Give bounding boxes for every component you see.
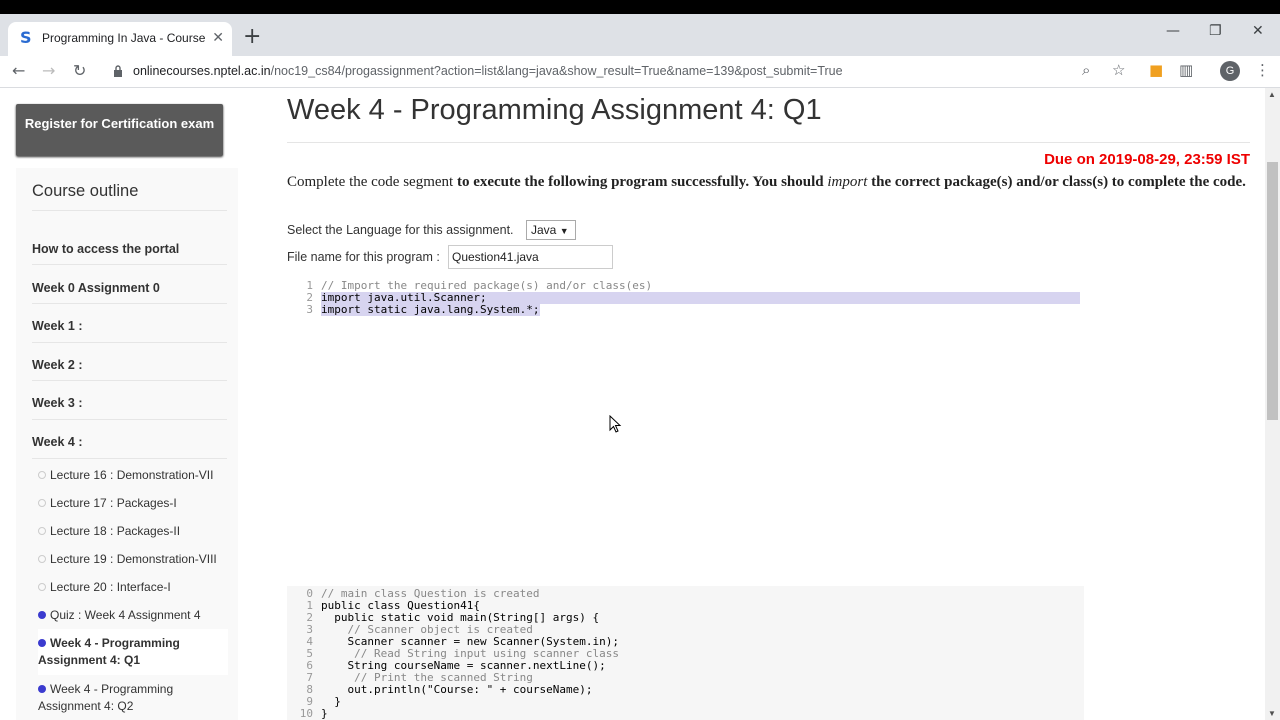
divider: [32, 342, 227, 343]
language-label: Select the Language for this assignment.: [287, 223, 514, 237]
due-date: Due on 2019-08-29, 23:59 IST: [1044, 151, 1250, 168]
divider: [32, 264, 227, 265]
browser-window: S Programming In Java - Course ✕ + — ❐ ✕…: [0, 14, 1280, 720]
lecture-label: Lecture 19 : Demonstration-VIII: [50, 552, 217, 566]
sidebar-item-week3[interactable]: Week 3 :: [32, 396, 83, 410]
unvisited-dot-icon: [38, 499, 46, 507]
profile-avatar[interactable]: G: [1220, 61, 1240, 81]
unvisited-dot-icon: [38, 555, 46, 563]
restore-icon[interactable]: ❐: [1209, 23, 1222, 39]
extension-icon[interactable]: ■: [1149, 61, 1163, 79]
sidebar-item-week2[interactable]: Week 2 :: [32, 358, 83, 372]
sidebar-item-access-portal[interactable]: How to access the portal: [32, 242, 179, 256]
divider: [32, 303, 227, 304]
assignment-item[interactable]: Week 4 - Programming Assignment 4: Q2: [38, 681, 228, 715]
forward-icon[interactable]: →: [42, 61, 55, 80]
unvisited-dot-icon: [38, 583, 46, 591]
assignment-item-active[interactable]: Week 4 - Programming Assignment 4: Q1: [38, 629, 228, 675]
language-select[interactable]: Java ▼: [526, 220, 576, 240]
mouse-pointer-icon: [609, 415, 622, 433]
divider: [287, 142, 1250, 143]
star-icon[interactable]: ☆: [1112, 61, 1125, 79]
course-outline-sidebar: Course outline How to access the portal …: [16, 168, 238, 720]
desc-text: to execute the following program success…: [456, 174, 828, 190]
code-line: 9 }: [306, 695, 341, 708]
sidebar-item-week0[interactable]: Week 0 Assignment 0: [32, 281, 160, 295]
divider: [32, 380, 227, 381]
browser-tab[interactable]: S Programming In Java - Course ✕: [8, 22, 232, 56]
new-tab-icon[interactable]: +: [243, 24, 261, 49]
address-bar[interactable]: onlinecourses.nptel.ac.in/noc19_cs84/pro…: [133, 64, 843, 78]
assignment-dot-icon: [38, 639, 46, 647]
sidebar-item-week4[interactable]: Week 4 :: [32, 435, 83, 449]
lock-icon: [114, 65, 122, 77]
dropdown-arrow-icon: ▼: [559, 226, 569, 236]
lecture-label: Lecture 17 : Packages-I: [50, 496, 177, 510]
lecture-item[interactable]: Lecture 16 : Demonstration-VII: [38, 467, 228, 484]
browser-toolbar: ← → ↻ onlinecourses.nptel.ac.in/noc19_cs…: [0, 56, 1280, 88]
url-domain: onlinecourses.nptel.ac.in: [133, 64, 271, 78]
filename-label: File name for this program :: [287, 250, 440, 264]
divider: [32, 419, 227, 420]
code-line: 10}: [299, 707, 328, 720]
lecture-label: Quiz : Week 4 Assignment 4: [50, 608, 201, 622]
menu-icon[interactable]: ⋮: [1255, 61, 1270, 79]
assignment-dot-icon: [38, 685, 46, 693]
register-certification-button[interactable]: Register for Certification exam: [16, 104, 223, 156]
unvisited-dot-icon: [38, 471, 46, 479]
course-outline-title: Course outline: [32, 182, 139, 200]
unvisited-dot-icon: [38, 527, 46, 535]
divider: [32, 210, 227, 211]
close-tab-icon[interactable]: ✕: [212, 29, 224, 46]
scroll-up-icon[interactable]: ▲: [1268, 90, 1276, 99]
page-title: Week 4 - Programming Assignment 4: Q1: [287, 94, 822, 126]
scroll-down-icon[interactable]: ▼: [1268, 709, 1276, 718]
quiz-dot-icon: [38, 611, 46, 619]
lecture-item[interactable]: Lecture 19 : Demonstration-VIII: [38, 551, 228, 568]
chart-extension-icon[interactable]: ▥: [1179, 61, 1193, 79]
code-line: 3 import static java.lang.System.*;: [306, 303, 540, 316]
code-editor[interactable]: 1// Import the required package(s) and/o…: [287, 278, 1084, 578]
tab-title: Programming In Java - Course: [42, 31, 206, 45]
site-favicon-icon: S: [20, 28, 32, 47]
page-scrollbar[interactable]: ▲ ▼: [1265, 88, 1280, 720]
desc-text: Complete the code segment: [287, 174, 457, 190]
window-close-icon[interactable]: ✕: [1252, 23, 1264, 39]
divider: [32, 458, 227, 459]
scroll-thumb[interactable]: [1267, 162, 1278, 420]
lecture-label: Week 4 - Programming Assignment 4: Q1: [38, 636, 180, 667]
lecture-label: Lecture 20 : Interface-I: [50, 580, 171, 594]
lecture-label: Lecture 18 : Packages-II: [50, 524, 181, 538]
minimize-icon[interactable]: —: [1166, 23, 1180, 39]
desc-text: the correct package(s) and/or class(s) t…: [867, 174, 1246, 190]
assignment-description: Complete the code segment to execute the…: [287, 172, 1249, 192]
lecture-item[interactable]: Lecture 20 : Interface-I: [38, 579, 228, 596]
lecture-item[interactable]: Lecture 17 : Packages-I: [38, 495, 228, 512]
tab-strip: S Programming In Java - Course ✕ + — ❐ ✕: [0, 14, 1280, 56]
filename-input[interactable]: [448, 245, 613, 269]
lecture-label: Week 4 - Programming Assignment 4: Q2: [38, 682, 174, 713]
lecture-item[interactable]: Lecture 18 : Packages-II: [38, 523, 228, 540]
language-value: Java: [531, 223, 557, 237]
url-path: /noc19_cs84/progassignment?action=list&l…: [270, 64, 843, 78]
template-code-block: 0// main class Question is created 1 publ…: [287, 586, 1084, 720]
back-icon[interactable]: ←: [12, 61, 25, 80]
sidebar-item-week1[interactable]: Week 1 :: [32, 319, 83, 333]
desc-text-italic: import: [827, 174, 868, 190]
reload-icon[interactable]: ↻: [73, 61, 86, 80]
lecture-label: Lecture 16 : Demonstration-VII: [50, 468, 214, 482]
page-content: Register for Certification exam Course o…: [0, 88, 1265, 720]
zoom-icon[interactable]: ⌕: [1082, 61, 1090, 79]
quiz-item[interactable]: Quiz : Week 4 Assignment 4: [38, 607, 228, 624]
